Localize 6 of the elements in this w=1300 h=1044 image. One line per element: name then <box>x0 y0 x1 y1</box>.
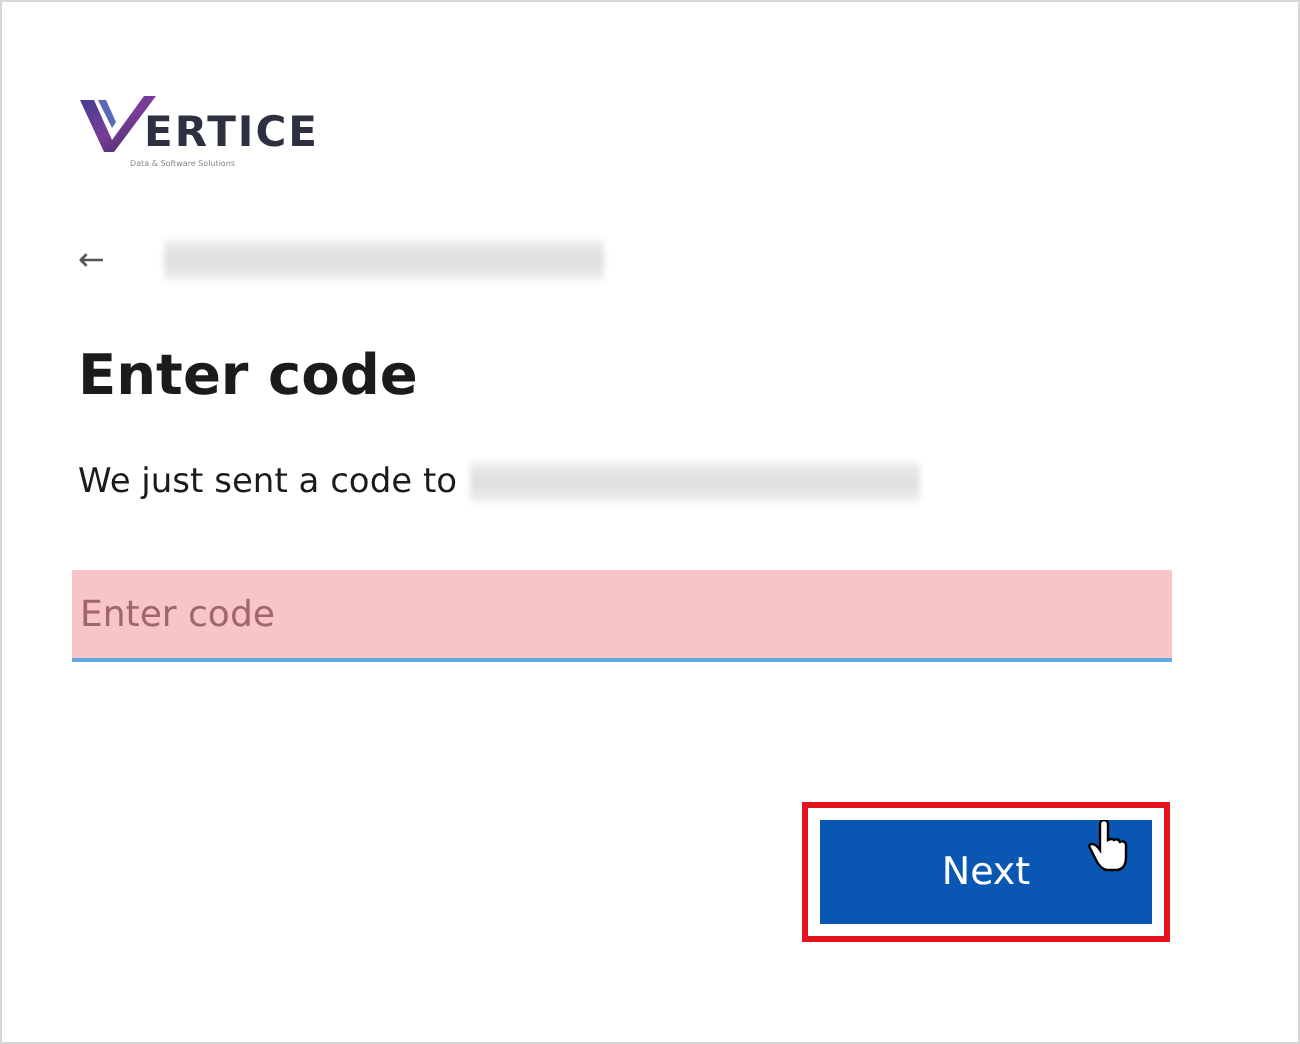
logo-wordmark: ERTICE <box>144 110 319 154</box>
sent-message: We just sent a code to <box>78 462 458 502</box>
back-arrow[interactable]: ← <box>78 242 105 278</box>
code-field[interactable]: Enter code <box>72 570 1172 662</box>
next-button[interactable]: Next <box>820 820 1152 924</box>
page-title: Enter code <box>78 340 420 412</box>
